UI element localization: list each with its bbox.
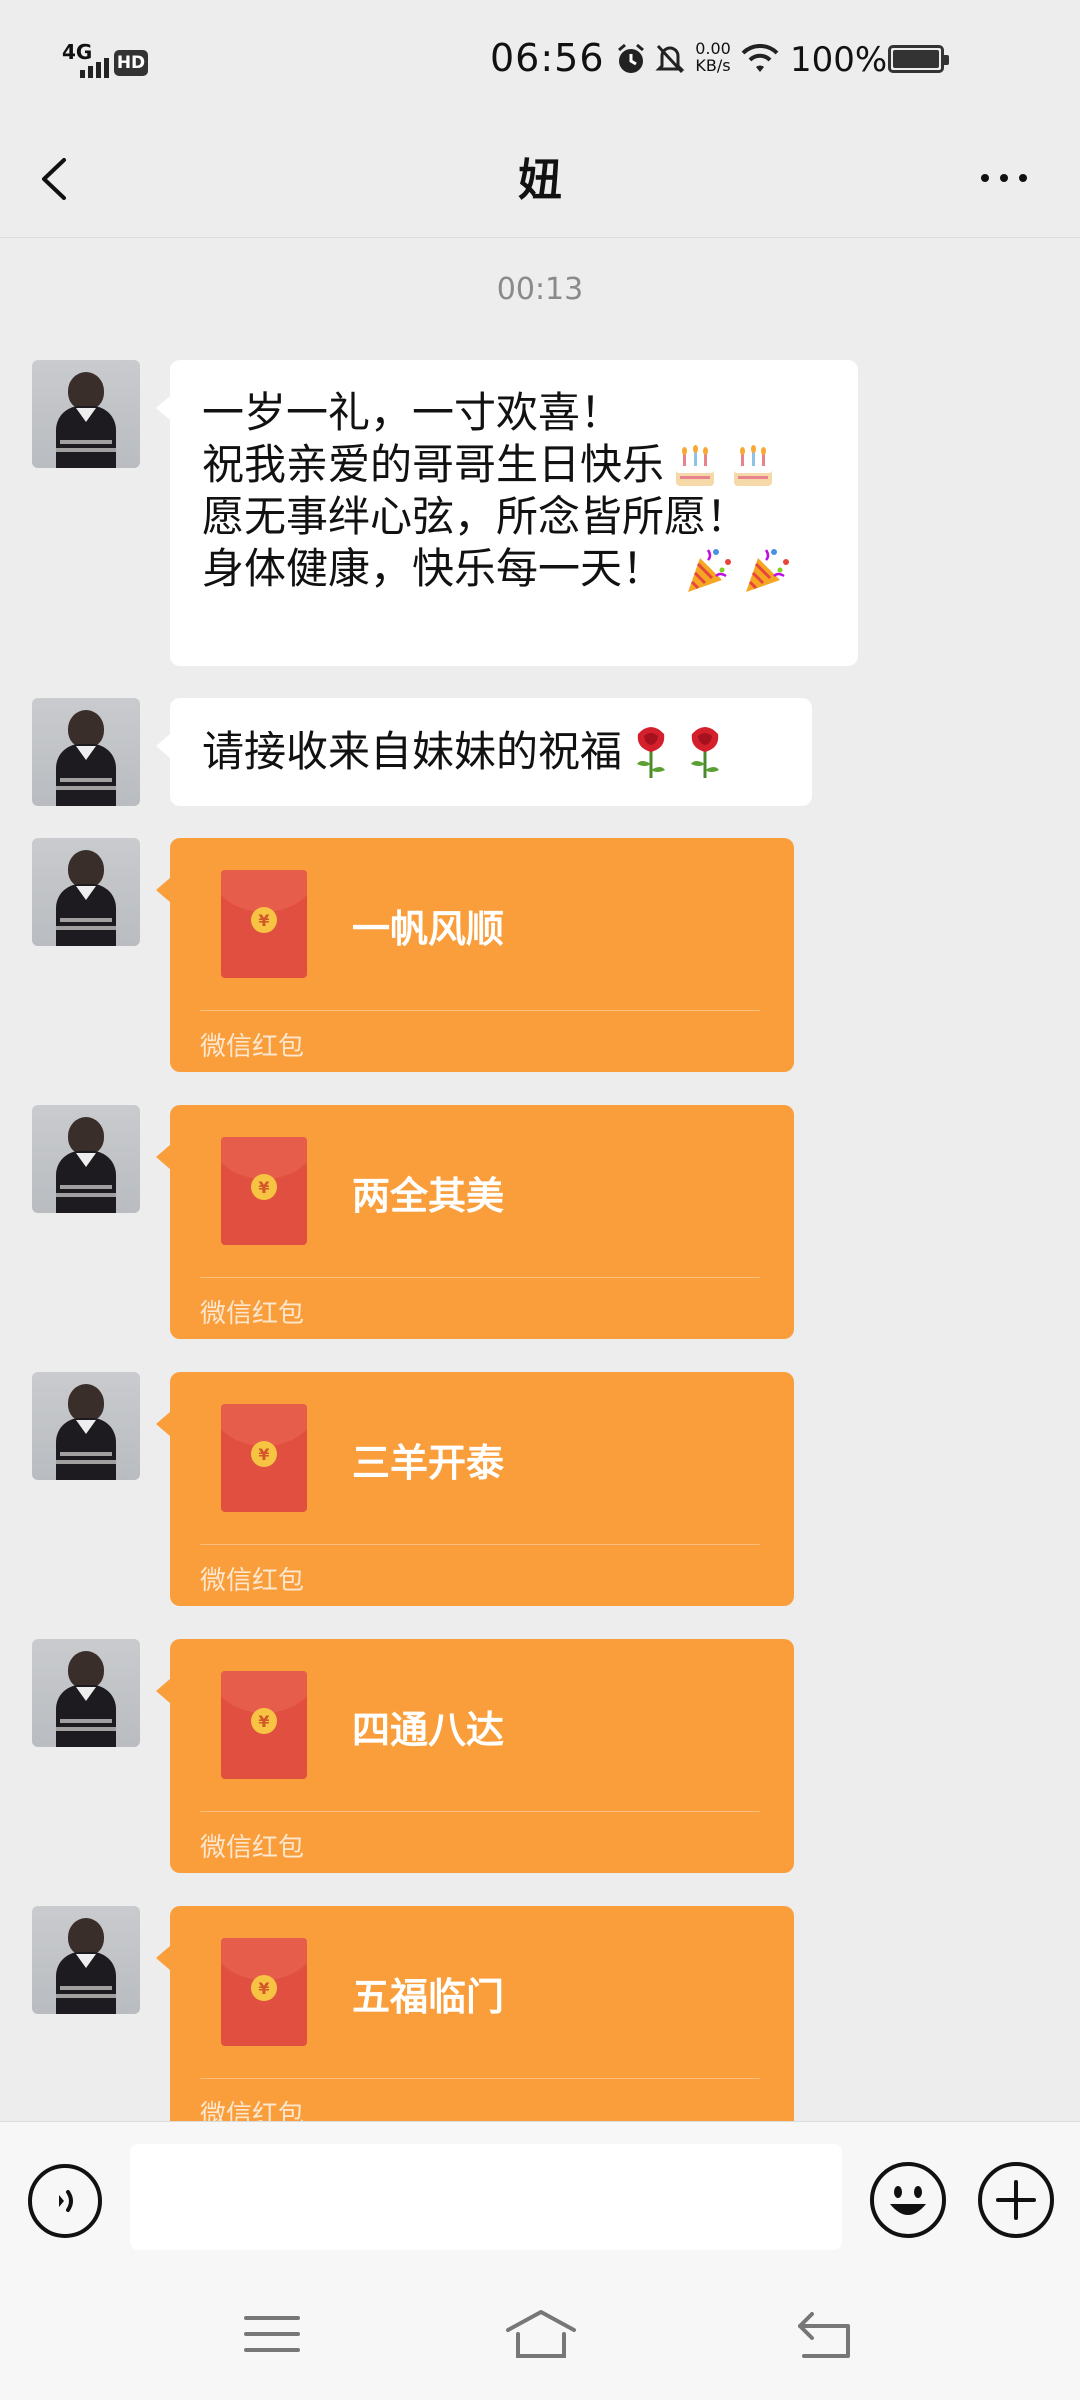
party-popper-icon [746,549,790,592]
red-packet-label: 微信红包 [200,1566,305,1596]
wish-text: 请接收来自妹妹的祝福 [202,727,623,776]
plus-icon [996,2180,1036,2220]
red-envelope-icon: ¥ [221,1938,307,2046]
more-options-icon[interactable] [972,160,1036,196]
avatar[interactable] [32,1906,140,2014]
red-packet-divider [200,1811,760,1812]
voice-input-button[interactable] [28,2164,102,2238]
red-packet-card[interactable]: ¥ 两全其美 微信红包 [156,1105,794,1339]
battery-percent: 100% [790,40,888,80]
avatar[interactable] [32,838,140,946]
signal-icon [80,56,109,78]
greeting-line: 一岁一礼，一寸欢喜！ [202,388,826,438]
message-timestamp: 00:13 [496,272,584,307]
red-packet-card[interactable]: ¥ 四通八达 微信红包 [156,1639,794,1873]
greeting-line: 身体健康，快乐每一天！ [202,542,826,596]
avatar[interactable] [32,698,140,806]
greeting-line-text: 身体健康，快乐每一天！ [202,544,665,593]
red-packet-title: 四通八达 [352,1708,505,1752]
coin-icon: ¥ [251,1174,277,1200]
text-bubble[interactable]: 一岁一礼，一寸欢喜！ 祝我亲爱的哥哥生日快乐 愿无事绊心弦，所念皆所愿！ 身体健… [156,360,858,666]
rose-icon [637,727,666,778]
red-packet-card[interactable]: ¥ 三羊开泰 微信红包 [156,1372,794,1606]
more-functions-button[interactable] [978,2162,1054,2238]
speed-unit: KB/s [695,56,731,75]
red-envelope-icon: ¥ [221,1137,307,1245]
red-envelope-icon: ¥ [221,1404,307,1512]
speed-value: 0.00 [695,39,731,58]
rose-icon [691,727,720,778]
avatar[interactable] [32,360,140,468]
red-packet-title: 两全其美 [352,1174,505,1218]
wifi-icon [741,44,779,72]
red-packet-card[interactable]: ¥ 五福临门 微信红包 [156,1906,794,2140]
birthday-cake-icon [734,445,773,486]
emoji-button[interactable] [870,2162,946,2238]
alarm-icon [618,43,644,73]
red-packet-divider [200,1277,760,1278]
coin-icon: ¥ [251,1975,277,2001]
greeting-line-text: 愿无事绊心弦，所念皆所愿！ [202,492,749,541]
red-envelope-icon: ¥ [221,1671,307,1779]
red-packet-divider [200,2078,760,2079]
back-icon[interactable] [796,2310,852,2360]
red-packet-divider [200,1010,760,1011]
red-packet-label: 微信红包 [200,1032,305,1062]
coin-icon: ¥ [251,1441,277,1467]
birthday-cake-icon [676,445,715,486]
mute-notification-icon [655,44,685,74]
party-popper-icon [688,549,732,592]
red-packet-divider [200,1544,760,1545]
status-bar: 4G HD 06:56 0.00 KB/s 100% [0,0,1080,120]
wish-line: 请接收来自妹妹的祝福 [202,724,780,780]
chat-title: 妞 [518,155,562,206]
red-packet-label: 微信红包 [200,1833,305,1863]
recent-apps-icon[interactable] [244,2312,300,2356]
system-navigation-bar [0,2276,1080,2400]
smiley-icon [890,2186,926,2215]
greeting-line: 祝我亲爱的哥哥生日快乐 [202,438,826,492]
red-packet-title: 三羊开泰 [352,1441,505,1485]
input-bar [0,2121,1080,2276]
message-input[interactable] [130,2144,842,2250]
avatar[interactable] [32,1105,140,1213]
voice-icon [59,2190,73,2212]
network-speed: 0.00 KB/s [690,40,736,74]
hd-badge: HD [114,50,148,76]
red-packet-card[interactable]: ¥ 一帆风顺 微信红包 [156,838,794,1072]
header-divider [0,237,1080,238]
greeting-line-text: 祝我亲爱的哥哥生日快乐 [202,440,665,489]
coin-icon: ¥ [251,1708,277,1734]
battery-icon [888,45,949,73]
clock: 06:56 [490,36,605,80]
red-envelope-icon: ¥ [221,870,307,978]
greeting-line: 愿无事绊心弦，所念皆所愿！ [202,492,826,542]
avatar[interactable] [32,1372,140,1480]
red-packet-label: 微信红包 [200,1299,305,1329]
greeting-line-text: 一岁一礼，一寸欢喜！ [202,388,623,437]
red-packet-title: 五福临门 [352,1975,505,2019]
avatar[interactable] [32,1639,140,1747]
coin-icon: ¥ [251,907,277,933]
red-packet-title: 一帆风顺 [352,907,505,951]
chat-header: 妞 [0,120,1080,238]
home-icon[interactable] [504,2306,578,2360]
text-bubble[interactable]: 请接收来自妹妹的祝福 [156,698,812,806]
